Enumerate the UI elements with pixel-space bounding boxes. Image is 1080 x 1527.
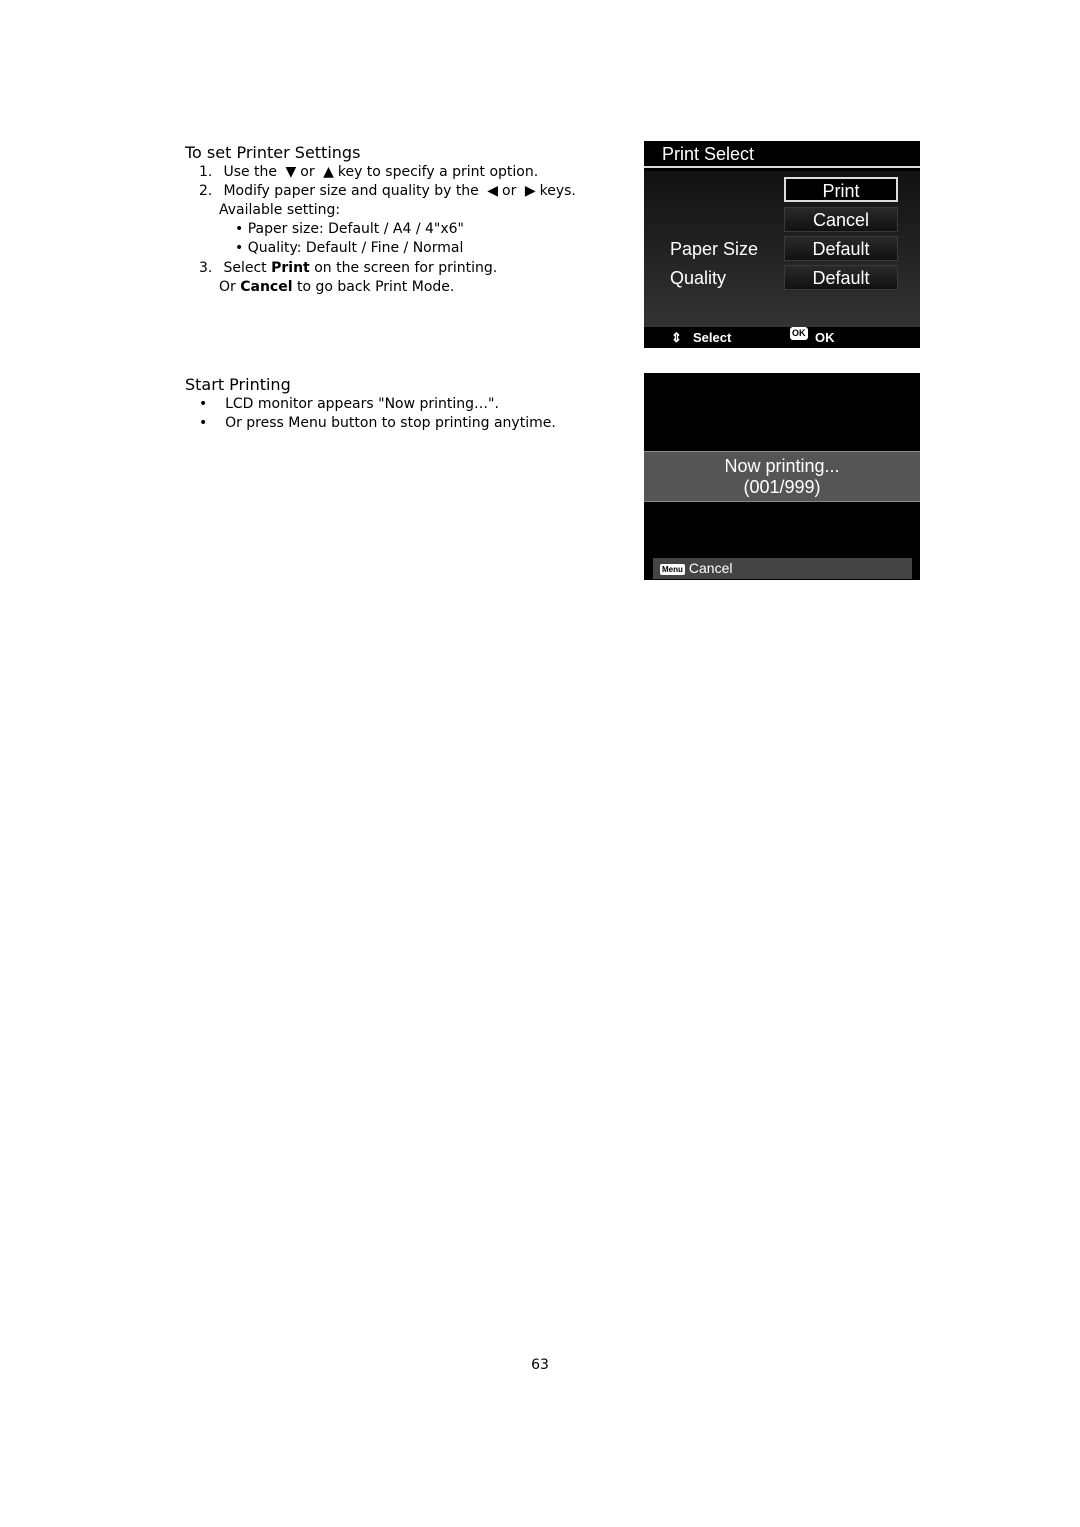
- bullet-menu-stop: • Or press Menu button to stop printing …: [199, 415, 556, 431]
- quality-value[interactable]: Default: [784, 265, 898, 290]
- ok-hint: OK: [815, 330, 835, 345]
- step-text: on the screen for printing.: [314, 260, 498, 276]
- step-1: 1. Use the ▼ or ▲ key to specify a print o…: [199, 164, 538, 180]
- printing-status: Now printing...: [724, 456, 840, 476]
- step-text: to go back Print Mode.: [296, 279, 455, 295]
- step-text: key to specify a print option.: [337, 164, 539, 180]
- step-number: 2.: [199, 183, 213, 199]
- step-bold: Cancel: [240, 279, 293, 295]
- up-down-icon: ⇕: [671, 330, 682, 345]
- menu-button-icon: Menu: [660, 563, 685, 575]
- ok-button-icon: OK: [790, 327, 808, 340]
- print-select-screen: Print Select Print Cancel Paper Size Def…: [644, 141, 920, 348]
- bullet-text: Quality: Default / Fine / Normal: [247, 240, 464, 256]
- down-arrow-icon: ▼: [285, 164, 297, 180]
- up-arrow-icon: ▲: [323, 164, 334, 180]
- step-text: Use the: [223, 164, 278, 180]
- section-title-start-printing: Start Printing: [185, 375, 291, 394]
- select-hint: Select: [693, 330, 732, 345]
- step-text: or: [300, 164, 315, 180]
- screen-body: Print Cancel Paper Size Default Quality …: [644, 171, 920, 327]
- bullet-paper-size: • Paper size: Default / A4 / 4"x6": [235, 221, 464, 237]
- bullet-quality: • Quality: Default / Fine / Normal: [235, 240, 464, 256]
- bullet-text: Or press Menu button to stop printing an…: [225, 415, 556, 431]
- step-2: 2. Modify paper size and quality by the …: [199, 183, 576, 199]
- page-number: 63: [531, 1357, 549, 1373]
- step-text: Or: [219, 279, 236, 295]
- printing-status-band: Now printing... (001/999): [644, 451, 920, 502]
- section-title-printer-settings: To set Printer Settings: [185, 143, 361, 162]
- step-text: Select: [223, 260, 267, 276]
- step-number: 3.: [199, 260, 213, 276]
- screen-title: Print Select: [644, 141, 920, 168]
- bullet-text: LCD monitor appears "Now printing…".: [225, 396, 499, 412]
- print-progress-count: (001/999): [743, 477, 821, 497]
- cancel-bar[interactable]: Menu Cancel: [653, 558, 912, 579]
- paper-size-value[interactable]: Default: [784, 236, 898, 261]
- step-3b: Or Cancel to go back Print Mode.: [219, 279, 454, 295]
- step-bold: Print: [271, 260, 310, 276]
- bullet-lcd-monitor: • LCD monitor appears "Now printing…".: [199, 396, 499, 412]
- left-arrow-icon: ◀: [487, 183, 499, 199]
- step-text: Modify paper size and quality by the: [223, 183, 479, 199]
- right-arrow-icon: ▶: [524, 183, 536, 199]
- now-printing-screen: Now printing... (001/999) Menu Cancel: [644, 373, 920, 580]
- step-text: or: [502, 183, 517, 199]
- available-setting: Available setting:: [219, 202, 341, 218]
- cancel-hint: Cancel: [688, 560, 733, 576]
- bullet-text: Paper size: Default / A4 / 4"x6": [247, 221, 464, 237]
- cancel-option[interactable]: Cancel: [784, 207, 898, 232]
- step-text: keys.: [539, 183, 576, 199]
- quality-label: Quality: [670, 268, 727, 288]
- step-number: 1.: [199, 164, 213, 180]
- paper-size-label: Paper Size: [670, 239, 759, 259]
- step-3: 3. Select Print on the screen for printi…: [199, 260, 497, 276]
- screen-footer: ⇕ Select OK OK: [644, 327, 920, 348]
- print-option[interactable]: Print: [784, 177, 898, 202]
